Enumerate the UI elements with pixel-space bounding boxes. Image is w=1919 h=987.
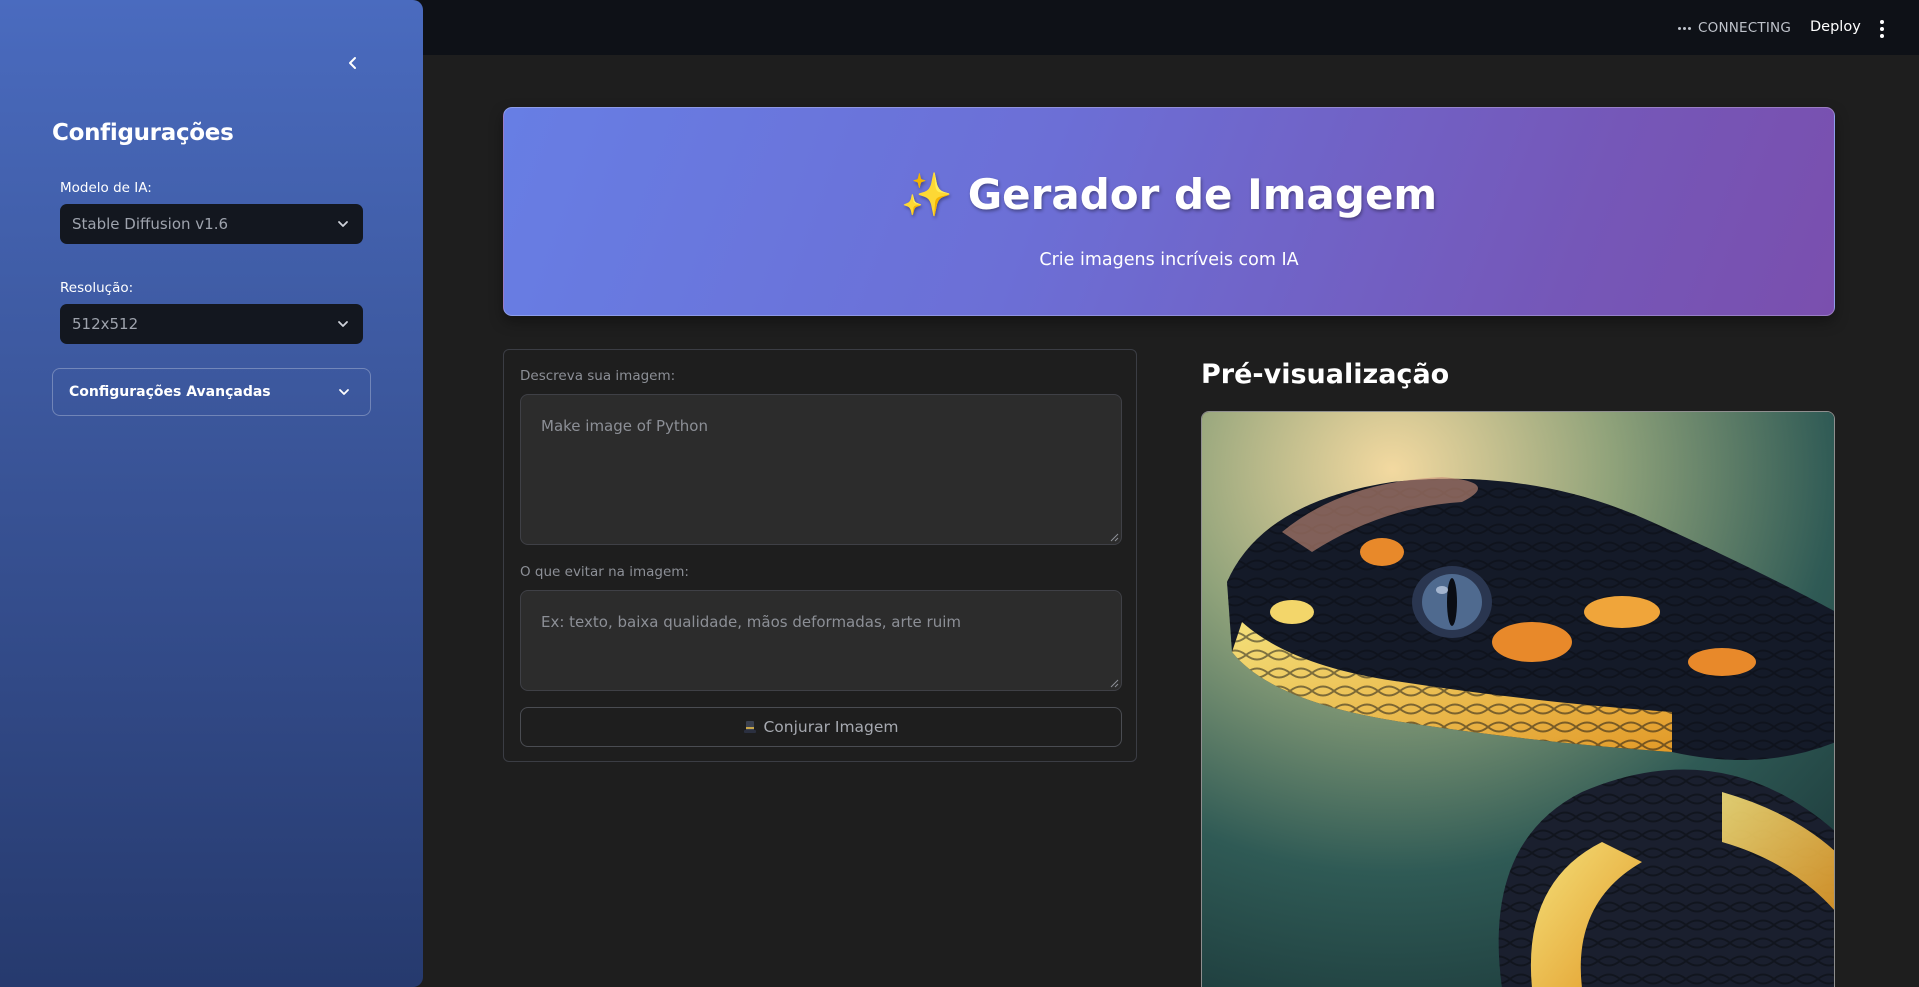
preview-title: Pré-visualização <box>1201 359 1450 390</box>
collapse-sidebar-button[interactable] <box>342 52 364 74</box>
chevron-down-icon <box>339 389 349 395</box>
connection-status: CONNECTING <box>1678 20 1791 36</box>
resolution-label: Resolução: <box>60 280 134 296</box>
negative-prompt-label: O que evitar na imagem: <box>520 564 689 580</box>
chevron-down-icon <box>338 321 348 327</box>
advanced-settings-expander[interactable]: Configurações Avançadas <box>52 368 371 416</box>
status-text: CONNECTING <box>1698 20 1791 36</box>
page-subtitle: Crie imagens incríveis com IA <box>1039 250 1299 270</box>
resolution-select-value: 512x512 <box>72 315 139 333</box>
model-select-value: Stable Diffusion v1.6 <box>72 215 229 233</box>
magic-hat-icon <box>744 721 757 733</box>
page-title: ✨ Gerador de Imagem <box>504 170 1834 220</box>
preview-image <box>1201 411 1835 987</box>
chevron-left-icon <box>349 57 356 69</box>
deploy-button[interactable]: Deploy <box>1810 19 1861 35</box>
model-select[interactable]: Stable Diffusion v1.6 <box>60 204 363 244</box>
resize-handle-icon[interactable] <box>1110 679 1119 688</box>
sparkles-icon: ✨ <box>900 170 954 219</box>
sidebar-title: Configurações <box>52 120 234 146</box>
prompt-textarea[interactable]: Make image of Python <box>520 394 1122 545</box>
chevron-down-icon <box>338 221 348 227</box>
generated-snake-image <box>1202 412 1834 987</box>
sidebar: Configurações Modelo de IA: Stable Diffu… <box>0 0 423 987</box>
model-label: Modelo de IA: <box>60 180 152 196</box>
negative-prompt-placeholder: Ex: texto, baixa qualidade, mãos deforma… <box>541 613 961 631</box>
loading-dots-icon <box>1678 26 1691 30</box>
conjure-image-label: Conjurar Imagem <box>763 718 899 736</box>
conjure-image-button[interactable]: Conjurar Imagem <box>520 707 1122 747</box>
prompt-label: Descreva sua imagem: <box>520 368 676 384</box>
header-banner: ✨ Gerador de Imagem Crie imagens incríve… <box>503 107 1835 316</box>
main-menu-icon[interactable] <box>1875 20 1889 38</box>
negative-prompt-textarea[interactable]: Ex: texto, baixa qualidade, mãos deforma… <box>520 590 1122 691</box>
resize-handle-icon[interactable] <box>1110 533 1119 542</box>
advanced-settings-label: Configurações Avançadas <box>69 384 271 400</box>
resolution-select[interactable]: 512x512 <box>60 304 363 344</box>
prompt-value: Make image of Python <box>541 417 708 435</box>
prompt-form: Descreva sua imagem: Make image of Pytho… <box>503 349 1137 762</box>
page-title-text: Gerador de Imagem <box>967 170 1438 219</box>
